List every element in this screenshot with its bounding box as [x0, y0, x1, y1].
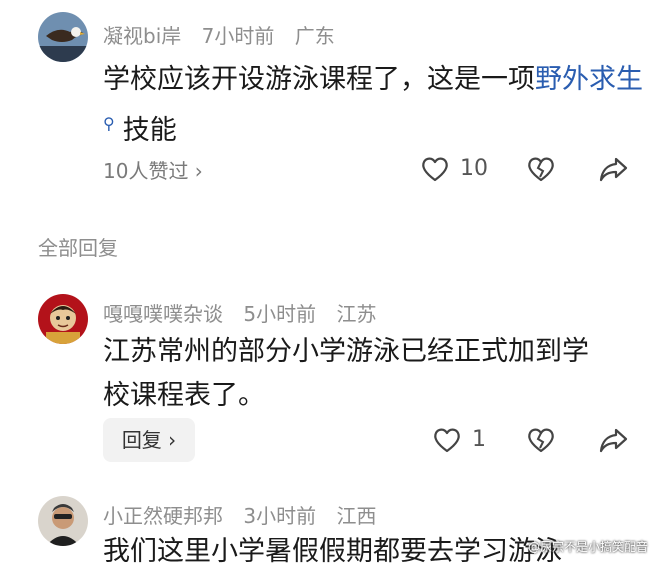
comment-meta: 小正然硬邦邦 3小时前 江西	[103, 500, 390, 529]
location: 广东	[294, 24, 335, 48]
cartoon-avatar-image	[38, 294, 88, 344]
comment-text: 学校应该开设游泳课程了，这是一项野外求生 ⚲ 技能	[103, 58, 643, 153]
comment-actions: 1	[400, 423, 660, 463]
share-arrow-icon[interactable]	[596, 423, 630, 457]
heart-icon[interactable]	[430, 423, 464, 457]
share-arrow-icon[interactable]	[596, 152, 630, 186]
comment-meta: 凝视bi岸 7小时前 广东	[103, 20, 349, 49]
heart-icon[interactable]	[418, 152, 452, 186]
comment-text-after: 技能	[122, 115, 177, 146]
avatar[interactable]	[38, 496, 88, 546]
reply-button[interactable]: 回复 ›	[103, 418, 195, 462]
like-count: 10	[460, 156, 488, 181]
broken-heart-icon[interactable]	[524, 152, 558, 186]
search-link[interactable]: 野外求生	[535, 64, 643, 95]
timestamp: 7小时前	[201, 24, 275, 48]
location: 江西	[336, 504, 377, 528]
avatar[interactable]	[38, 12, 88, 62]
eagle-avatar-image	[38, 12, 88, 62]
username[interactable]: 小正然硬邦邦	[103, 504, 223, 528]
timestamp: 5小时前	[243, 302, 317, 326]
person-avatar-image	[38, 496, 88, 546]
timestamp: 3小时前	[243, 504, 317, 528]
likes-summary-link[interactable]: 10人赞过 ›	[103, 155, 203, 184]
like-count: 1	[472, 427, 486, 452]
username[interactable]: 嘎嘎噗噗杂谈	[103, 302, 223, 326]
username[interactable]: 凝视bi岸	[103, 24, 181, 48]
broken-heart-icon[interactable]	[524, 423, 558, 457]
section-title: 全部回复	[38, 236, 118, 260]
search-icon[interactable]: ⚲	[103, 114, 115, 133]
avatar[interactable]	[38, 294, 88, 344]
comment-text-before: 学校应该开设游泳课程了，这是一项	[103, 64, 535, 95]
location: 江苏	[336, 302, 377, 326]
watermark: @尿宗不是小搞笑配音	[527, 540, 648, 554]
comment-meta: 嘎嘎噗噗杂谈 5小时前 江苏	[103, 298, 390, 327]
comment-text: 江苏常州的部分小学游泳已经正式加到学校课程表了。	[103, 336, 589, 411]
comment-actions: 10	[400, 152, 660, 192]
